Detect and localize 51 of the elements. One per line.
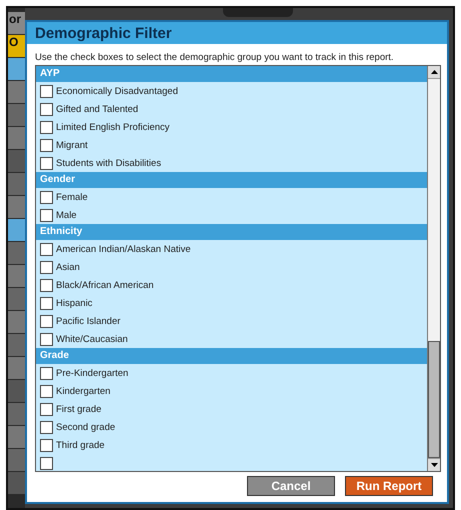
checkbox[interactable] [40,384,53,398]
checkbox[interactable] [40,456,53,470]
checkbox[interactable] [40,102,53,116]
checkbox-label: Pacific Islander [56,316,120,326]
group-header: Grade [36,348,427,364]
checkbox[interactable] [40,332,53,346]
checkbox-label: Asian [56,262,80,272]
checkbox-label: Kindergarten [56,386,110,396]
checkbox-label: Limited English Proficiency [56,122,170,132]
checkbox-label: First grade [56,404,102,414]
checkbox-label: Male [56,210,77,220]
scroll-down-icon[interactable] [428,458,440,471]
checkbox-label: American Indian/Alaskan Native [56,244,191,254]
checkbox-label: Female [56,192,88,202]
scroll-up-icon[interactable] [428,66,440,79]
checkbox[interactable] [40,260,53,274]
checkbox[interactable] [40,242,53,256]
checkbox-label: Black/African American [56,280,154,290]
checkbox[interactable] [40,278,53,292]
cancel-button[interactable]: Cancel [247,476,335,496]
group-header: AYP [36,66,427,82]
checkbox[interactable] [40,420,53,434]
group-header: Gender [36,172,427,188]
checkbox-label: Gifted and Talented [56,104,138,114]
checkbox-label: White/Caucasian [56,334,128,344]
checkbox[interactable] [40,438,53,452]
checkbox[interactable] [40,296,53,310]
checkbox-label: Economically Disadvantaged [56,86,178,96]
checkbox-label: Migrant [56,140,88,150]
scrollbar[interactable] [427,66,440,471]
checkbox-label: Pre-Kindergarten [56,368,128,378]
checkbox[interactable] [40,208,53,222]
checkbox[interactable] [40,84,53,98]
checkbox-label: Third grade [56,440,105,450]
sidebar-tab[interactable]: or [8,12,25,34]
checkbox-label: Second grade [56,422,116,432]
scroll-thumb[interactable] [428,341,440,458]
checkbox-label: Hispanic [56,298,92,308]
checkbox[interactable] [40,156,53,170]
checkbox[interactable] [40,138,53,152]
checkbox[interactable] [40,402,53,416]
checkbox[interactable] [40,190,53,204]
checkbox[interactable] [40,366,53,380]
group-header: Ethnicity [36,224,427,240]
sidebar-tab[interactable]: O [8,35,25,57]
instructions-text: Use the check boxes to select the demographic group you want to track in this report. [35,52,395,63]
run-report-button[interactable]: Run Report [345,476,433,496]
dialog-title: Demographic Filter [35,24,172,42]
checkbox[interactable] [40,120,53,134]
checkbox-label: Students with Disabilities [56,158,162,168]
checkbox[interactable] [40,314,53,328]
